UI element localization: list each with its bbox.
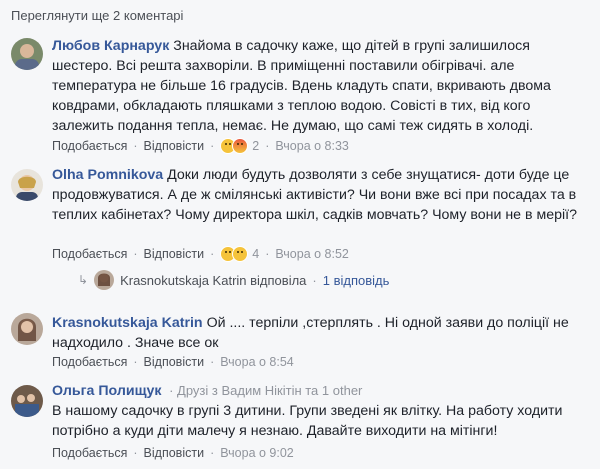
separator: · [133, 446, 138, 460]
timestamp[interactable]: Вчора о 8:52 [275, 247, 349, 261]
comment-actions: Подобається · Відповісти · 4 · Вчора о 8… [52, 246, 349, 262]
separator: · [312, 272, 317, 288]
comment-body: Ольга Полищук · Друзі з Вадим Нікітін та… [52, 381, 590, 441]
separator: · [210, 446, 215, 460]
like-button[interactable]: Подобається [52, 247, 127, 261]
avatar[interactable] [11, 385, 43, 417]
like-button[interactable]: Подобається [52, 446, 127, 460]
comment-actions: Подобається · Відповісти · 2 · Вчора о 8… [52, 138, 349, 154]
reaction-count: 4 [252, 247, 260, 261]
comment-actions: Подобається · Відповісти · Вчора о 8:54 [52, 355, 294, 369]
reaction-count: 2 [252, 139, 260, 153]
reactions[interactable]: 4 [220, 246, 259, 262]
timestamp[interactable]: Вчора о 9:02 [220, 446, 294, 460]
comment-author[interactable]: Любов Карнарук [52, 38, 169, 54]
reply-button[interactable]: Відповісти [144, 139, 205, 153]
comment-actions: Подобається · Відповісти · Вчора о 9:02 [52, 446, 294, 460]
comment-text: В нашому садочку в групі 3 дитини. Групи… [52, 403, 563, 439]
separator: · [265, 139, 270, 153]
separator: · [210, 139, 215, 153]
mutual-friends-info: · Друзі з Вадим Нікітін та 1 other [165, 383, 363, 398]
reply-button[interactable]: Відповісти [144, 446, 205, 460]
like-button[interactable]: Подобається [52, 139, 127, 153]
separator: · [265, 247, 270, 261]
separator: · [210, 355, 215, 369]
avatar[interactable] [11, 313, 43, 345]
comment-author[interactable]: Krasnokutskaja Katrin [52, 315, 203, 331]
view-more-comments-link[interactable]: Переглянути ще 2 коментарі [11, 8, 183, 23]
reply-summary[interactable]: ↳ Krasnokutskaja Katrin відповіла · 1 ві… [78, 270, 389, 290]
separator: · [133, 247, 138, 261]
reactions[interactable]: 2 [220, 138, 259, 154]
view-replies-link[interactable]: 1 відповідь [323, 273, 390, 288]
wow-reaction-icon [232, 246, 249, 262]
timestamp[interactable]: Вчора о 8:54 [220, 355, 294, 369]
avatar [94, 270, 115, 290]
separator: · [210, 247, 215, 261]
reply-action: відповіла [250, 272, 307, 288]
separator: · [133, 139, 138, 153]
angry-reaction-icon [232, 138, 249, 154]
separator: · [133, 355, 138, 369]
like-button[interactable]: Подобається [52, 355, 127, 369]
comment-author[interactable]: Ольга Полищук [52, 383, 162, 399]
reply-button[interactable]: Відповісти [144, 355, 205, 369]
comments-panel: Переглянути ще 2 коментарі Любов Карнару… [0, 0, 600, 469]
comment-body: Любов Карнарук Знайома в садочку каже, щ… [52, 36, 590, 136]
avatar[interactable] [11, 38, 43, 70]
comment-author[interactable]: Olha Pomnikova [52, 167, 163, 183]
comment-body: Krasnokutskaja Katrin Ой .... терпіли ,с… [52, 313, 590, 353]
reply-button[interactable]: Відповісти [144, 247, 205, 261]
avatar[interactable] [11, 169, 43, 201]
timestamp[interactable]: Вчора о 8:33 [275, 139, 349, 153]
reply-author: Krasnokutskaja Katrin [120, 272, 247, 288]
comment-body: Olha Pomnikova Доки люди будуть дозволят… [52, 165, 590, 225]
reply-arrow-icon: ↳ [78, 273, 89, 287]
